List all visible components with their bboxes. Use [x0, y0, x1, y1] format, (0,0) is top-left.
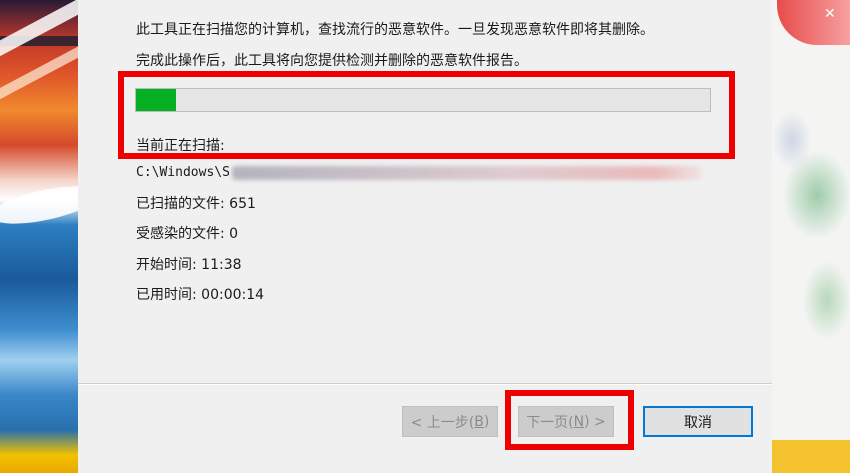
wallpaper-green-splash	[782, 150, 850, 240]
wallpaper-red-shape	[777, 0, 850, 45]
wallpaper-green-splash	[802, 260, 850, 340]
back-button-prefix: < 上一步(	[410, 414, 475, 431]
cancel-button[interactable]: 取消	[643, 406, 753, 437]
start-time: 开始时间: 11:38	[136, 257, 242, 273]
scanned-files-count: 已扫描的文件: 651	[136, 196, 256, 212]
back-button-suffix: )	[483, 413, 490, 430]
close-icon[interactable]: ✕	[824, 6, 836, 22]
wallpaper-wave	[0, 178, 78, 232]
description-line-2: 完成此操作后，此工具将向您提供检测并删除的恶意软件报告。	[136, 53, 528, 69]
highlight-box-progress	[118, 71, 735, 159]
description-line-1: 此工具正在扫描您的计算机，查找流行的恶意软件。一旦发现恶意软件即将其删除。	[136, 22, 654, 38]
infected-files-count: 受感染的文件: 0	[136, 226, 239, 242]
wallpaper-stripe	[0, 40, 78, 110]
redacted-path	[231, 165, 702, 180]
back-button-accesskey: B	[474, 413, 484, 430]
scan-content: 此工具正在扫描您的计算机，查找流行的恶意软件。一旦发现恶意软件即将其删除。 完成…	[78, 0, 772, 383]
scanning-path: C:\Windows\S	[136, 165, 702, 180]
wallpaper-flowers	[772, 440, 850, 473]
highlight-box-next-button	[505, 390, 634, 450]
scanning-path-text: C:\Windows\S	[136, 165, 230, 180]
desktop-wallpaper-left	[0, 0, 78, 473]
back-button[interactable]: < 上一步(B)	[402, 406, 498, 437]
desktop-wallpaper-right: ✕	[772, 0, 850, 473]
elapsed-time: 已用时间: 00:00:14	[136, 287, 265, 303]
